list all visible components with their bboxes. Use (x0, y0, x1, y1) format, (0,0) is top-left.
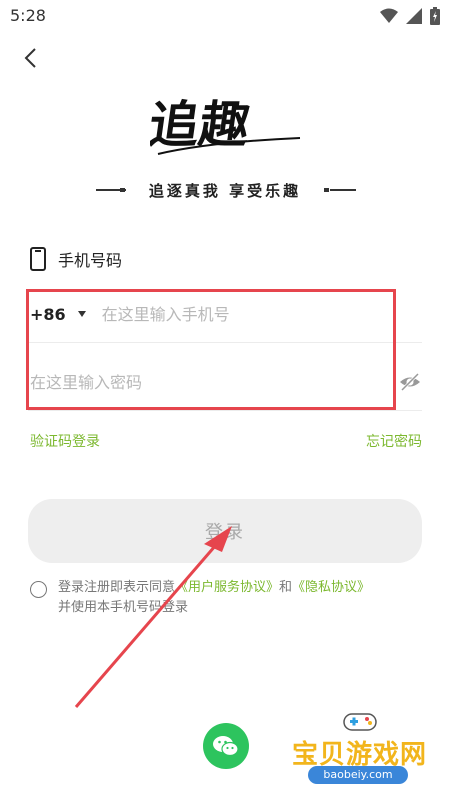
phone-label-row: 手机号码 (30, 245, 122, 273)
slogan-line-right (330, 189, 356, 191)
app-logo: 追趣 (150, 95, 301, 155)
agreement-radio[interactable] (30, 581, 47, 598)
agreement-prefix: 登录注册即表示同意 (58, 580, 176, 595)
privacy-policy-link[interactable]: 《隐私协议》 (292, 580, 370, 595)
phone-divider (28, 342, 422, 343)
login-button[interactable]: 登录 (28, 499, 422, 563)
status-bar: 5:28 (0, 0, 450, 32)
phone-input[interactable] (101, 304, 372, 324)
hide-password-eye-icon[interactable] (398, 371, 422, 393)
watermark-url: baobeiy.com (308, 766, 408, 784)
sms-code-login-link[interactable]: 验证码登录 (30, 431, 100, 451)
wechat-icon (213, 736, 239, 757)
forgot-password-link[interactable]: 忘记密码 (366, 431, 422, 451)
svg-text:追趣: 追趣 (150, 95, 254, 154)
wechat-login-button[interactable] (203, 723, 249, 769)
signal-icon (406, 8, 422, 24)
dropdown-arrow-icon[interactable] (77, 311, 86, 317)
password-input-row (28, 356, 422, 408)
slogan-text: 追逐真我 享受乐趣 (148, 182, 302, 200)
status-time: 5:28 (10, 6, 46, 25)
password-divider (28, 410, 422, 411)
user-agreement-link[interactable]: 《用户服务协议》 (175, 580, 279, 595)
agreement-text: 登录注册即表示同意《用户服务协议》和《隐私协议》 并使用本手机号码登录 (58, 578, 420, 618)
country-code[interactable]: +86 (30, 305, 66, 324)
mobile-phone-icon (30, 247, 46, 271)
phone-input-row: +86 (28, 288, 422, 340)
back-arrow-icon (24, 48, 36, 68)
agreement-suffix: 并使用本手机号码登录 (58, 600, 189, 615)
watermark: 宝贝游戏网 baobeiy.com (288, 708, 438, 788)
slogan-dot-right (324, 188, 329, 192)
back-button[interactable] (14, 40, 46, 76)
battery-icon (430, 7, 440, 25)
agreement-and: 和 (279, 580, 293, 595)
status-icons (380, 7, 440, 25)
wifi-icon (380, 8, 398, 23)
gamepad-icon (343, 713, 377, 731)
password-input[interactable] (30, 372, 370, 392)
phone-number-label: 手机号码 (58, 251, 123, 270)
slogan-row: 追逐真我 享受乐趣 (0, 178, 450, 202)
